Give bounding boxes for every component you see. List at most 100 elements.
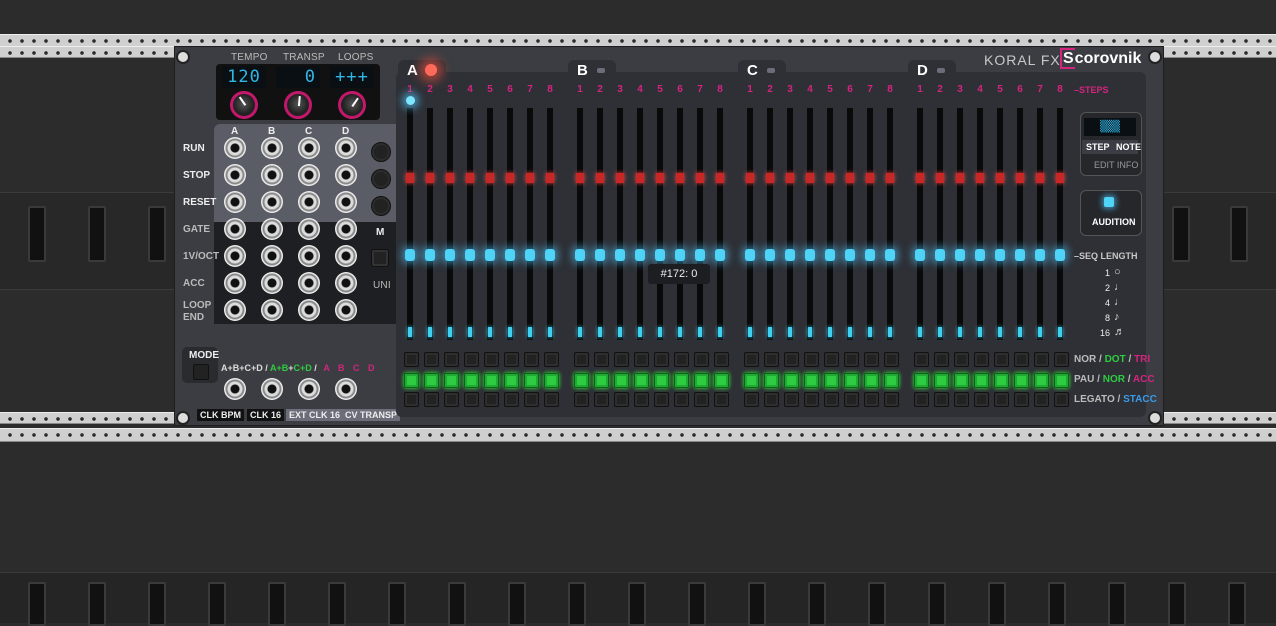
step-button-bottom[interactable] xyxy=(1034,392,1049,407)
jack[interactable] xyxy=(224,218,246,240)
step-button-bottom[interactable] xyxy=(464,392,479,407)
step-slider-track[interactable] xyxy=(507,108,513,340)
seq-length-option[interactable]: 4 xyxy=(1096,298,1110,308)
step-button-top[interactable] xyxy=(1014,352,1029,367)
step-button-green[interactable] xyxy=(844,373,859,388)
step-slider-track[interactable] xyxy=(1017,108,1023,340)
audition-button[interactable] xyxy=(1104,197,1114,207)
step-slider-track[interactable] xyxy=(527,108,533,340)
step-button-bottom[interactable] xyxy=(484,392,499,407)
step-button-bottom[interactable] xyxy=(994,392,1009,407)
step-slider-track[interactable] xyxy=(977,108,983,340)
step-button-bottom[interactable] xyxy=(884,392,899,407)
jack[interactable] xyxy=(224,137,246,159)
jack[interactable] xyxy=(261,218,283,240)
step-blue-led[interactable] xyxy=(655,249,665,261)
step-button-bottom[interactable] xyxy=(804,392,819,407)
step-slider-track[interactable] xyxy=(807,108,813,340)
step-button-top[interactable] xyxy=(714,352,729,367)
step-slider-track[interactable] xyxy=(827,108,833,340)
jack[interactable] xyxy=(298,137,320,159)
step-button-green[interactable] xyxy=(804,373,819,388)
step-blue-led[interactable] xyxy=(635,249,645,261)
step-button-top[interactable] xyxy=(744,352,759,367)
step-button-green[interactable] xyxy=(634,373,649,388)
step-button-top[interactable] xyxy=(674,352,689,367)
step-button-green[interactable] xyxy=(1014,373,1029,388)
step-button-bottom[interactable] xyxy=(674,392,689,407)
step-blue-led[interactable] xyxy=(485,249,495,261)
step-button-bottom[interactable] xyxy=(954,392,969,407)
step-button-top[interactable] xyxy=(444,352,459,367)
step-button-bottom[interactable] xyxy=(714,392,729,407)
step-button-bottom[interactable] xyxy=(764,392,779,407)
step-slider-track[interactable] xyxy=(937,108,943,340)
step-blue-led[interactable] xyxy=(1055,249,1065,261)
step-button-top[interactable] xyxy=(654,352,669,367)
jack[interactable] xyxy=(335,191,357,213)
step-slider-track[interactable] xyxy=(597,108,603,340)
step-button-top[interactable] xyxy=(764,352,779,367)
step-button-top[interactable] xyxy=(574,352,589,367)
step-blue-led[interactable] xyxy=(675,249,685,261)
step-button-top[interactable] xyxy=(464,352,479,367)
jack[interactable] xyxy=(261,191,283,213)
step-button-green[interactable] xyxy=(674,373,689,388)
step-button-top[interactable] xyxy=(544,352,559,367)
step-slider-track[interactable] xyxy=(677,108,683,340)
jack[interactable] xyxy=(298,272,320,294)
step-button-top[interactable] xyxy=(484,352,499,367)
step-button-bottom[interactable] xyxy=(524,392,539,407)
step-slider-track[interactable] xyxy=(487,108,493,340)
step-blue-led[interactable] xyxy=(805,249,815,261)
step-blue-led[interactable] xyxy=(445,249,455,261)
step-button-green[interactable] xyxy=(1054,373,1069,388)
step-blue-led[interactable] xyxy=(845,249,855,261)
step-slider-track[interactable] xyxy=(847,108,853,340)
step-button-green[interactable] xyxy=(504,373,519,388)
step-blue-led[interactable] xyxy=(595,249,605,261)
step-button-top[interactable] xyxy=(914,352,929,367)
step-blue-led[interactable] xyxy=(615,249,625,261)
step-blue-led[interactable] xyxy=(995,249,1005,261)
jack[interactable] xyxy=(261,137,283,159)
step-button-green[interactable] xyxy=(404,373,419,388)
step-button-top[interactable] xyxy=(994,352,1009,367)
step-button-green[interactable] xyxy=(784,373,799,388)
jack[interactable] xyxy=(224,272,246,294)
step-blue-led[interactable] xyxy=(915,249,925,261)
step-button-top[interactable] xyxy=(424,352,439,367)
step-button-green[interactable] xyxy=(764,373,779,388)
step-button-top[interactable] xyxy=(784,352,799,367)
step-button-bottom[interactable] xyxy=(504,392,519,407)
step-blue-led[interactable] xyxy=(745,249,755,261)
step-button-green[interactable] xyxy=(594,373,609,388)
step-button-bottom[interactable] xyxy=(404,392,419,407)
step-button-top[interactable] xyxy=(1034,352,1049,367)
jack[interactable] xyxy=(298,299,320,321)
step-slider-track[interactable] xyxy=(577,108,583,340)
jack[interactable] xyxy=(298,218,320,240)
step-button-bottom[interactable] xyxy=(744,392,759,407)
jack[interactable] xyxy=(298,164,320,186)
step-note-toggle[interactable]: STEP NOTE xyxy=(1082,140,1141,154)
step-button-top[interactable] xyxy=(614,352,629,367)
step-blue-led[interactable] xyxy=(865,249,875,261)
step-button-green[interactable] xyxy=(574,373,589,388)
step-slider-track[interactable] xyxy=(997,108,1003,340)
step-slider-track[interactable] xyxy=(1057,108,1063,340)
step-button-green[interactable] xyxy=(744,373,759,388)
jack[interactable] xyxy=(261,272,283,294)
step-blue-led[interactable] xyxy=(465,249,475,261)
reset-side-button[interactable] xyxy=(371,196,391,216)
step-blue-led[interactable] xyxy=(765,249,775,261)
jack[interactable] xyxy=(335,137,357,159)
step-blue-led[interactable] xyxy=(405,249,415,261)
jack[interactable] xyxy=(224,191,246,213)
mode-out-jack-3[interactable] xyxy=(298,378,320,400)
jack[interactable] xyxy=(261,299,283,321)
jack[interactable] xyxy=(224,245,246,267)
jack[interactable] xyxy=(335,164,357,186)
step-slider-track[interactable] xyxy=(697,108,703,340)
stop-side-button[interactable] xyxy=(371,169,391,189)
